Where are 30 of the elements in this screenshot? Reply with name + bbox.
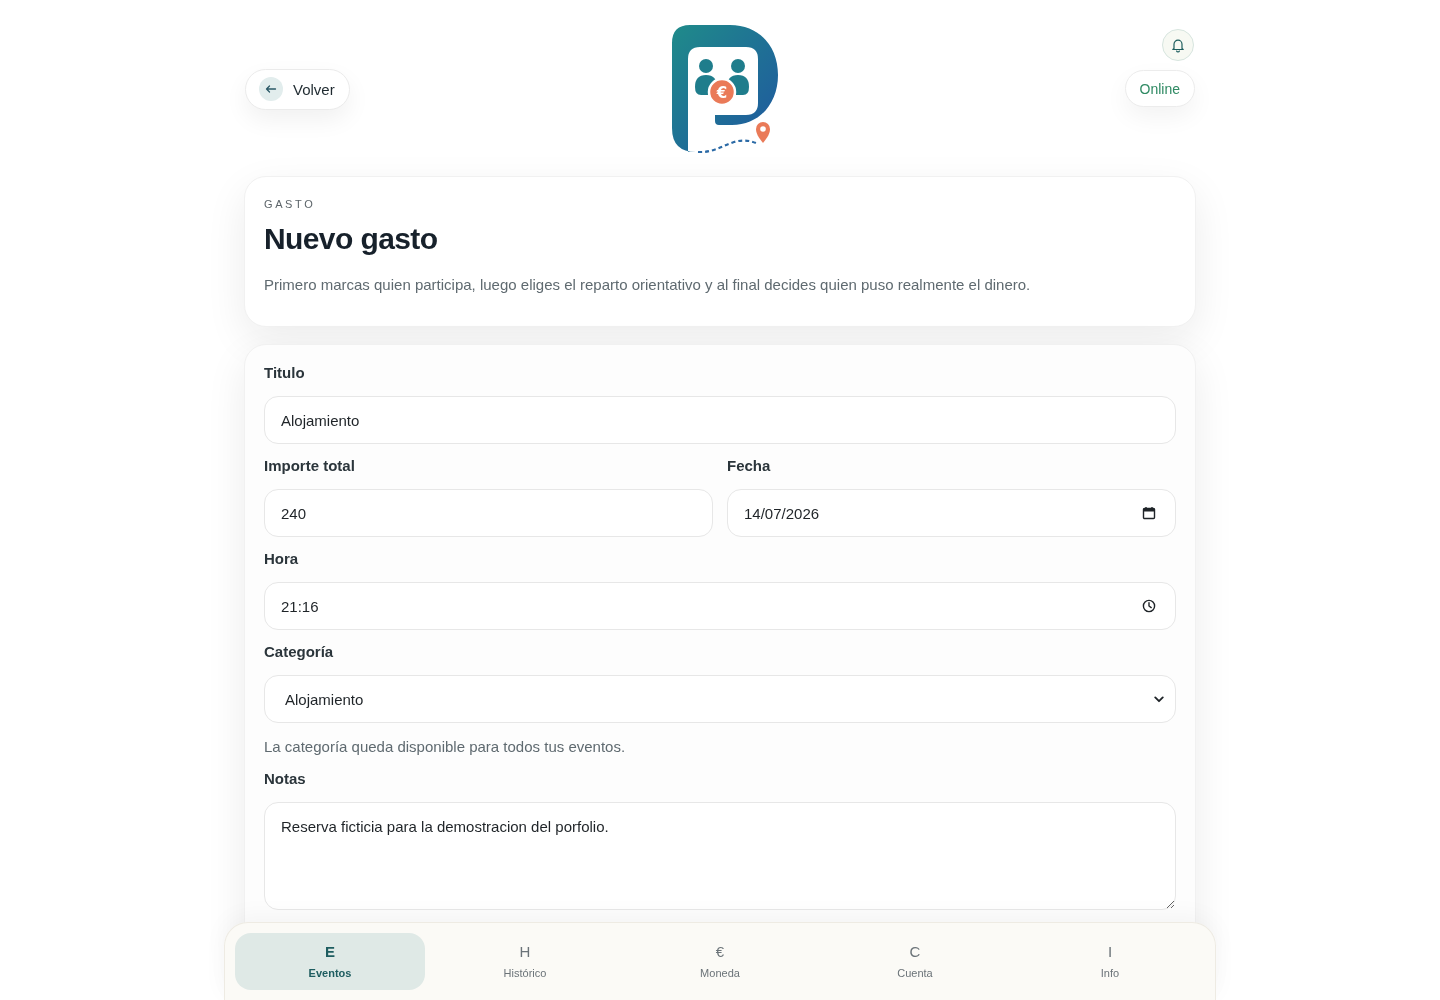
nav-tab[interactable]: E Eventos [235, 933, 425, 990]
field-label: Importe total [264, 456, 356, 476]
nav-tab[interactable]: € Moneda [625, 933, 815, 990]
clock-icon [1142, 599, 1156, 613]
nav-tab[interactable]: H Histórico [430, 933, 620, 990]
page-title: Nuevo gasto [264, 221, 439, 257]
calendar-icon [1142, 506, 1156, 520]
notification-button[interactable] [1162, 29, 1194, 61]
nav-tab[interactable]: I Info [1015, 933, 1205, 990]
text-field[interactable]: Alojamiento [264, 396, 1176, 444]
bell-icon [1170, 37, 1186, 53]
field-label: Categoría [264, 642, 335, 662]
app-logo: € [672, 25, 780, 153]
field-label: Fecha [727, 456, 772, 476]
chevron-down-icon [1154, 695, 1164, 703]
field-label: Notas [264, 769, 307, 789]
field-label: Hora [264, 549, 300, 569]
arrow-left-icon [259, 77, 283, 101]
description-text: Primero marcas quien participa, luego eliges el reparto orientativo y al final decides quien puso realmente el dinero. [264, 275, 1032, 295]
status-pill: Online [1124, 70, 1195, 107]
field-label: Titulo [264, 363, 306, 383]
hint-text: La categoría queda disponible para todos tus eventos. [264, 737, 627, 757]
select-field[interactable]: Alojamiento [264, 675, 1176, 723]
notes-field[interactable]: Reserva ficticia para la demostracion del porfolio. [264, 802, 1176, 910]
nav-tab[interactable]: C Cuenta [820, 933, 1010, 990]
eyebrow-text: GASTO [264, 197, 317, 211]
time-field[interactable]: 21:16 [264, 582, 1176, 630]
text-field[interactable]: 240 [264, 489, 713, 537]
back-button[interactable]: Volver [245, 68, 350, 110]
date-field[interactable]: 14/07/2026 [727, 489, 1176, 537]
